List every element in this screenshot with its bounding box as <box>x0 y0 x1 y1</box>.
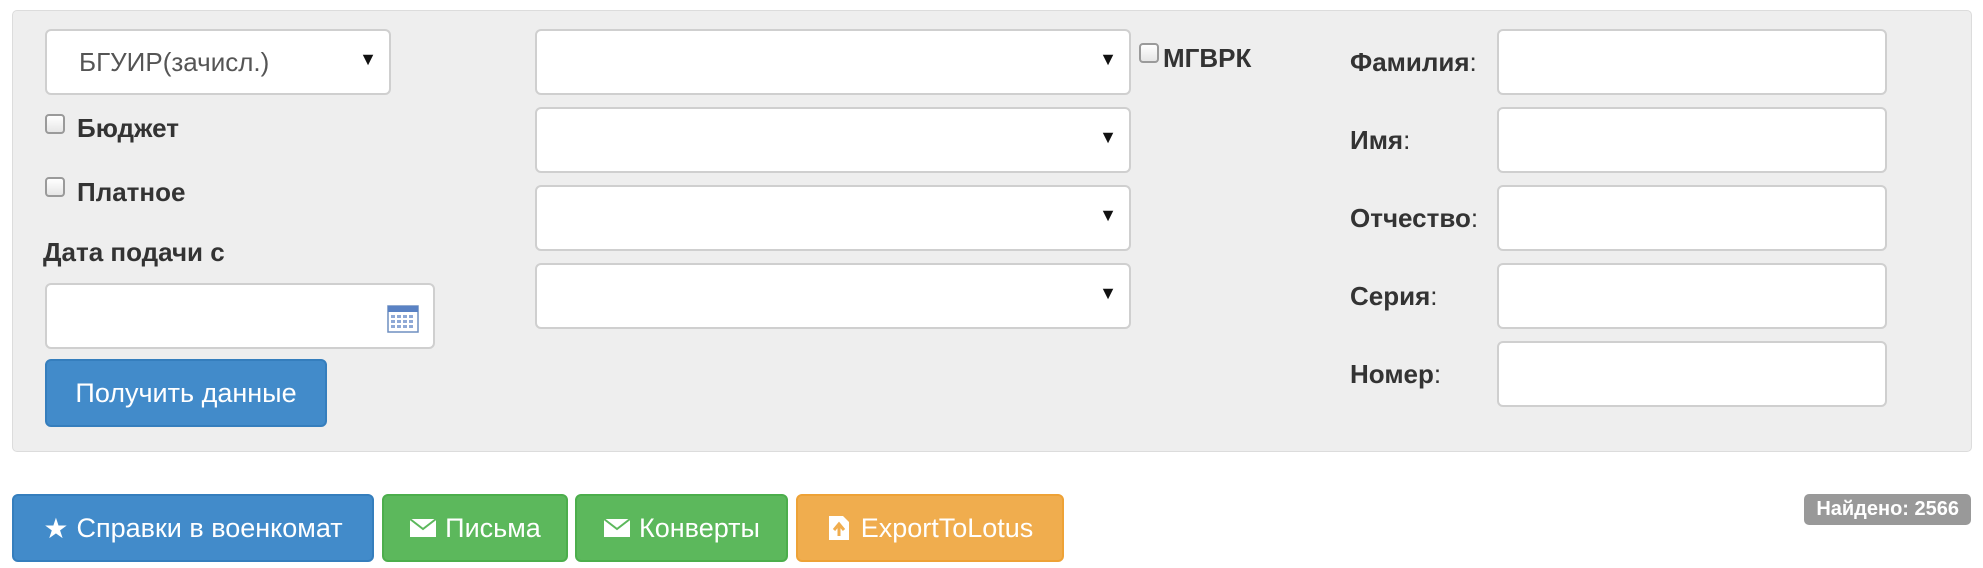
caret-down-icon: ▼ <box>1099 205 1117 225</box>
export-lotus-button-label: ExportToLotus <box>860 512 1034 543</box>
envelope-icon <box>409 518 437 537</box>
export-file-icon <box>828 516 849 540</box>
caret-down-icon: ▼ <box>1099 127 1117 147</box>
caret-down-icon: ▼ <box>1099 49 1117 69</box>
surname-label: Фамилия: <box>1350 47 1477 77</box>
star-icon: ★ <box>43 512 69 544</box>
letters-button[interactable]: Письма <box>382 494 568 562</box>
dropdown-1[interactable]: ▼ <box>535 29 1131 95</box>
number-input[interactable] <box>1497 341 1887 407</box>
series-label: Серия: <box>1350 281 1438 311</box>
letters-button-label: Письма <box>445 512 541 543</box>
dropdown-3[interactable]: ▼ <box>535 185 1131 251</box>
series-input[interactable] <box>1497 263 1887 329</box>
surname-input[interactable] <box>1497 29 1887 95</box>
filter-panel: БГУИР(зачисл.) ▼ Бюджет Платное Дата под… <box>12 10 1972 452</box>
paid-checkbox[interactable] <box>45 177 65 197</box>
get-data-button-label: Получить данные <box>75 377 297 408</box>
budget-checkbox-label: Бюджет <box>77 113 179 143</box>
name-input[interactable] <box>1497 107 1887 173</box>
budget-checkbox[interactable] <box>45 114 65 134</box>
mgvrk-checkbox[interactable] <box>1139 43 1159 63</box>
get-data-button[interactable]: Получить данные <box>45 359 327 427</box>
university-select[interactable]: БГУИР(зачисл.) ▼ <box>45 29 391 95</box>
date-from-input[interactable] <box>45 283 435 349</box>
paid-checkbox-label: Платное <box>77 177 186 207</box>
patronymic-input[interactable] <box>1497 185 1887 251</box>
military-refs-button-label: Справки в военкомат <box>76 512 343 543</box>
caret-down-icon: ▼ <box>359 49 377 69</box>
dropdown-4[interactable]: ▼ <box>535 263 1131 329</box>
caret-down-icon: ▼ <box>1099 283 1117 303</box>
military-refs-button[interactable]: ★ Справки в военкомат <box>12 494 374 562</box>
envelopes-button[interactable]: Конверты <box>575 494 788 562</box>
export-lotus-button[interactable]: ExportToLotus <box>796 494 1064 562</box>
dropdown-2[interactable]: ▼ <box>535 107 1131 173</box>
university-select-value: БГУИР(зачисл.) <box>79 47 270 77</box>
number-label: Номер: <box>1350 359 1442 389</box>
calendar-icon[interactable] <box>387 303 419 333</box>
mgvrk-checkbox-label: МГВРК <box>1163 43 1252 73</box>
date-from-label: Дата подачи с <box>43 237 225 267</box>
patronymic-label: Отчество: <box>1350 203 1479 233</box>
name-label: Имя: <box>1350 125 1411 155</box>
envelope-icon <box>603 518 631 537</box>
envelopes-button-label: Конверты <box>639 512 760 543</box>
found-count-badge: Найдено: 2566 <box>1804 494 1971 525</box>
